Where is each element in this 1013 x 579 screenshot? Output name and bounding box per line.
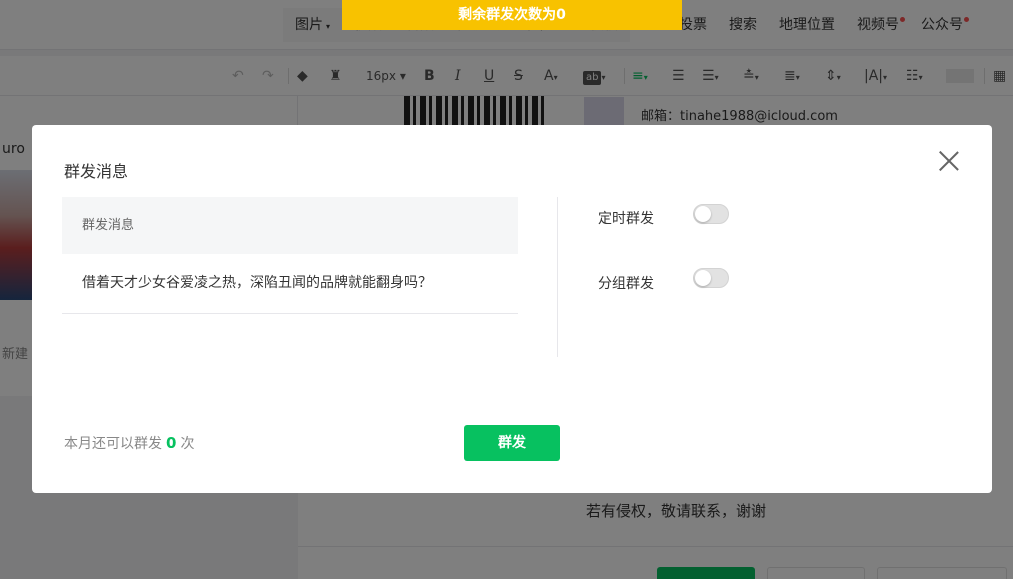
toggle-knob: [695, 270, 711, 286]
quota-suffix: 次: [180, 436, 195, 452]
scheduled-send-toggle[interactable]: [693, 204, 729, 224]
message-list: 群发消息 借着天才少女谷爱凌之热，深陷丑闻的品牌就能翻身吗？: [62, 197, 518, 314]
send-button[interactable]: 群发: [464, 425, 560, 461]
group-send-label: 分组群发: [598, 276, 654, 292]
message-list-header: 群发消息: [62, 197, 518, 254]
monthly-quota-text: 本月还可以群发 0 次: [64, 433, 194, 453]
toggle-knob: [695, 206, 711, 222]
quota-prefix: 本月还可以群发: [64, 436, 162, 452]
vertical-divider: [557, 197, 558, 357]
message-row: 借着天才少女谷爱凌之热，深陷丑闻的品牌就能翻身吗？: [62, 254, 518, 314]
mass-send-dialog: 群发消息 群发消息 借着天才少女谷爱凌之热，深陷丑闻的品牌就能翻身吗？ 定时群发…: [32, 125, 992, 493]
quota-count: 0: [166, 434, 177, 452]
group-send-toggle[interactable]: [693, 268, 729, 288]
dialog-title: 群发消息: [64, 162, 129, 181]
close-icon[interactable]: [937, 149, 961, 173]
remaining-quota-banner: 剩余群发次数为0: [342, 0, 682, 30]
scheduled-send-label: 定时群发: [598, 211, 654, 227]
